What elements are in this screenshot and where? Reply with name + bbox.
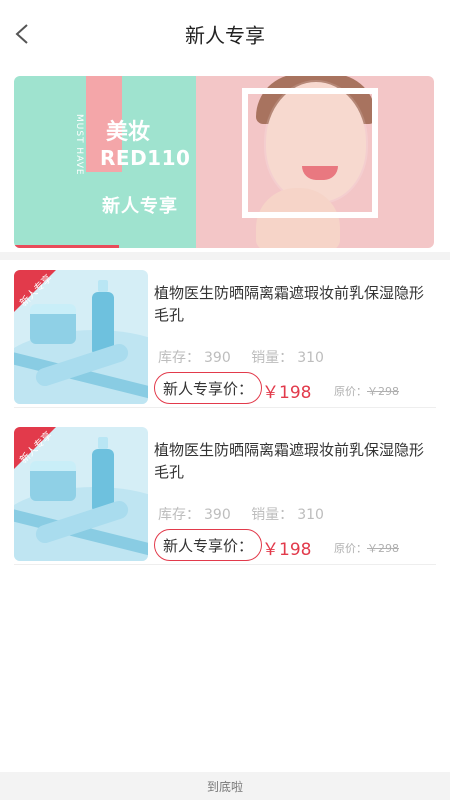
promo-price: ￥198 [262,540,312,560]
stock-label: 库存： [158,350,200,366]
product-name[interactable]: 植物医生防晒隔离霜遮瑕妆前乳保湿隐形毛孔 [154,439,436,483]
stock-text: 库存： 390 [158,350,231,366]
stock-label: 库存： [158,507,200,523]
sales-label: 销量： [251,507,294,523]
original-price-value: ￥298 [367,542,399,555]
promo-banner[interactable]: MUST HAVE 美妆 RED110 新人专享 [14,76,434,248]
original-price: 原价：￥298 [334,383,399,399]
page-title: 新人专享 [185,23,265,48]
banner-photo [196,76,434,248]
product-image[interactable]: 新人专享 [14,427,148,561]
banner-left-panel: MUST HAVE 美妆 RED110 新人专享 [14,76,196,248]
section-separator [0,252,450,260]
product-card[interactable]: 新人专享 植物医生防晒隔离霜遮瑕妆前乳保湿隐形毛孔 库存： 390 销量： 310 … [14,270,436,408]
promo-price: ￥198 [262,383,312,403]
banner-must-have-text: MUST HAVE [74,114,84,176]
original-price: 原价：￥298 [334,540,399,556]
stock-value: 390 [204,350,231,366]
original-price-value: ￥298 [367,385,399,398]
product-meta: 库存： 390 销量： 310 [158,504,340,524]
banner-indicator [14,245,119,248]
product-card[interactable]: 新人专享 植物医生防晒隔离霜遮瑕妆前乳保湿隐形毛孔 库存： 390 销量： 310 … [14,427,436,565]
sales-value: 310 [297,507,324,523]
banner-label-text: 新人专享 [102,196,178,217]
top-bar: 新人专享 [0,0,450,66]
original-price-label: 原价： [334,385,367,398]
price-row: 新人专享价： ￥198 原价：￥298 [154,529,436,561]
end-of-list-footer: 到底啦 [0,772,450,800]
promo-price-badge: 新人专享价： [154,372,263,404]
product-image[interactable]: 新人专享 [14,270,148,404]
banner-meizhuang-text: 美妆 [106,120,151,145]
product-meta: 库存： 390 销量： 310 [158,347,340,367]
stock-text: 库存： 390 [158,507,231,523]
stock-value: 390 [204,507,231,523]
sales-text: 销量： 310 [251,350,324,366]
sales-text: 销量： 310 [251,507,324,523]
sales-label: 销量： [251,350,294,366]
photo-frame [242,88,378,218]
banner-code-text: RED110 [100,146,191,170]
product-name[interactable]: 植物医生防晒隔离霜遮瑕妆前乳保湿隐形毛孔 [154,282,436,326]
promo-price-badge: 新人专享价： [154,529,263,561]
original-price-label: 原价： [334,542,367,555]
price-row: 新人专享价： ￥198 原价：￥298 [154,372,436,404]
sales-value: 310 [297,350,324,366]
